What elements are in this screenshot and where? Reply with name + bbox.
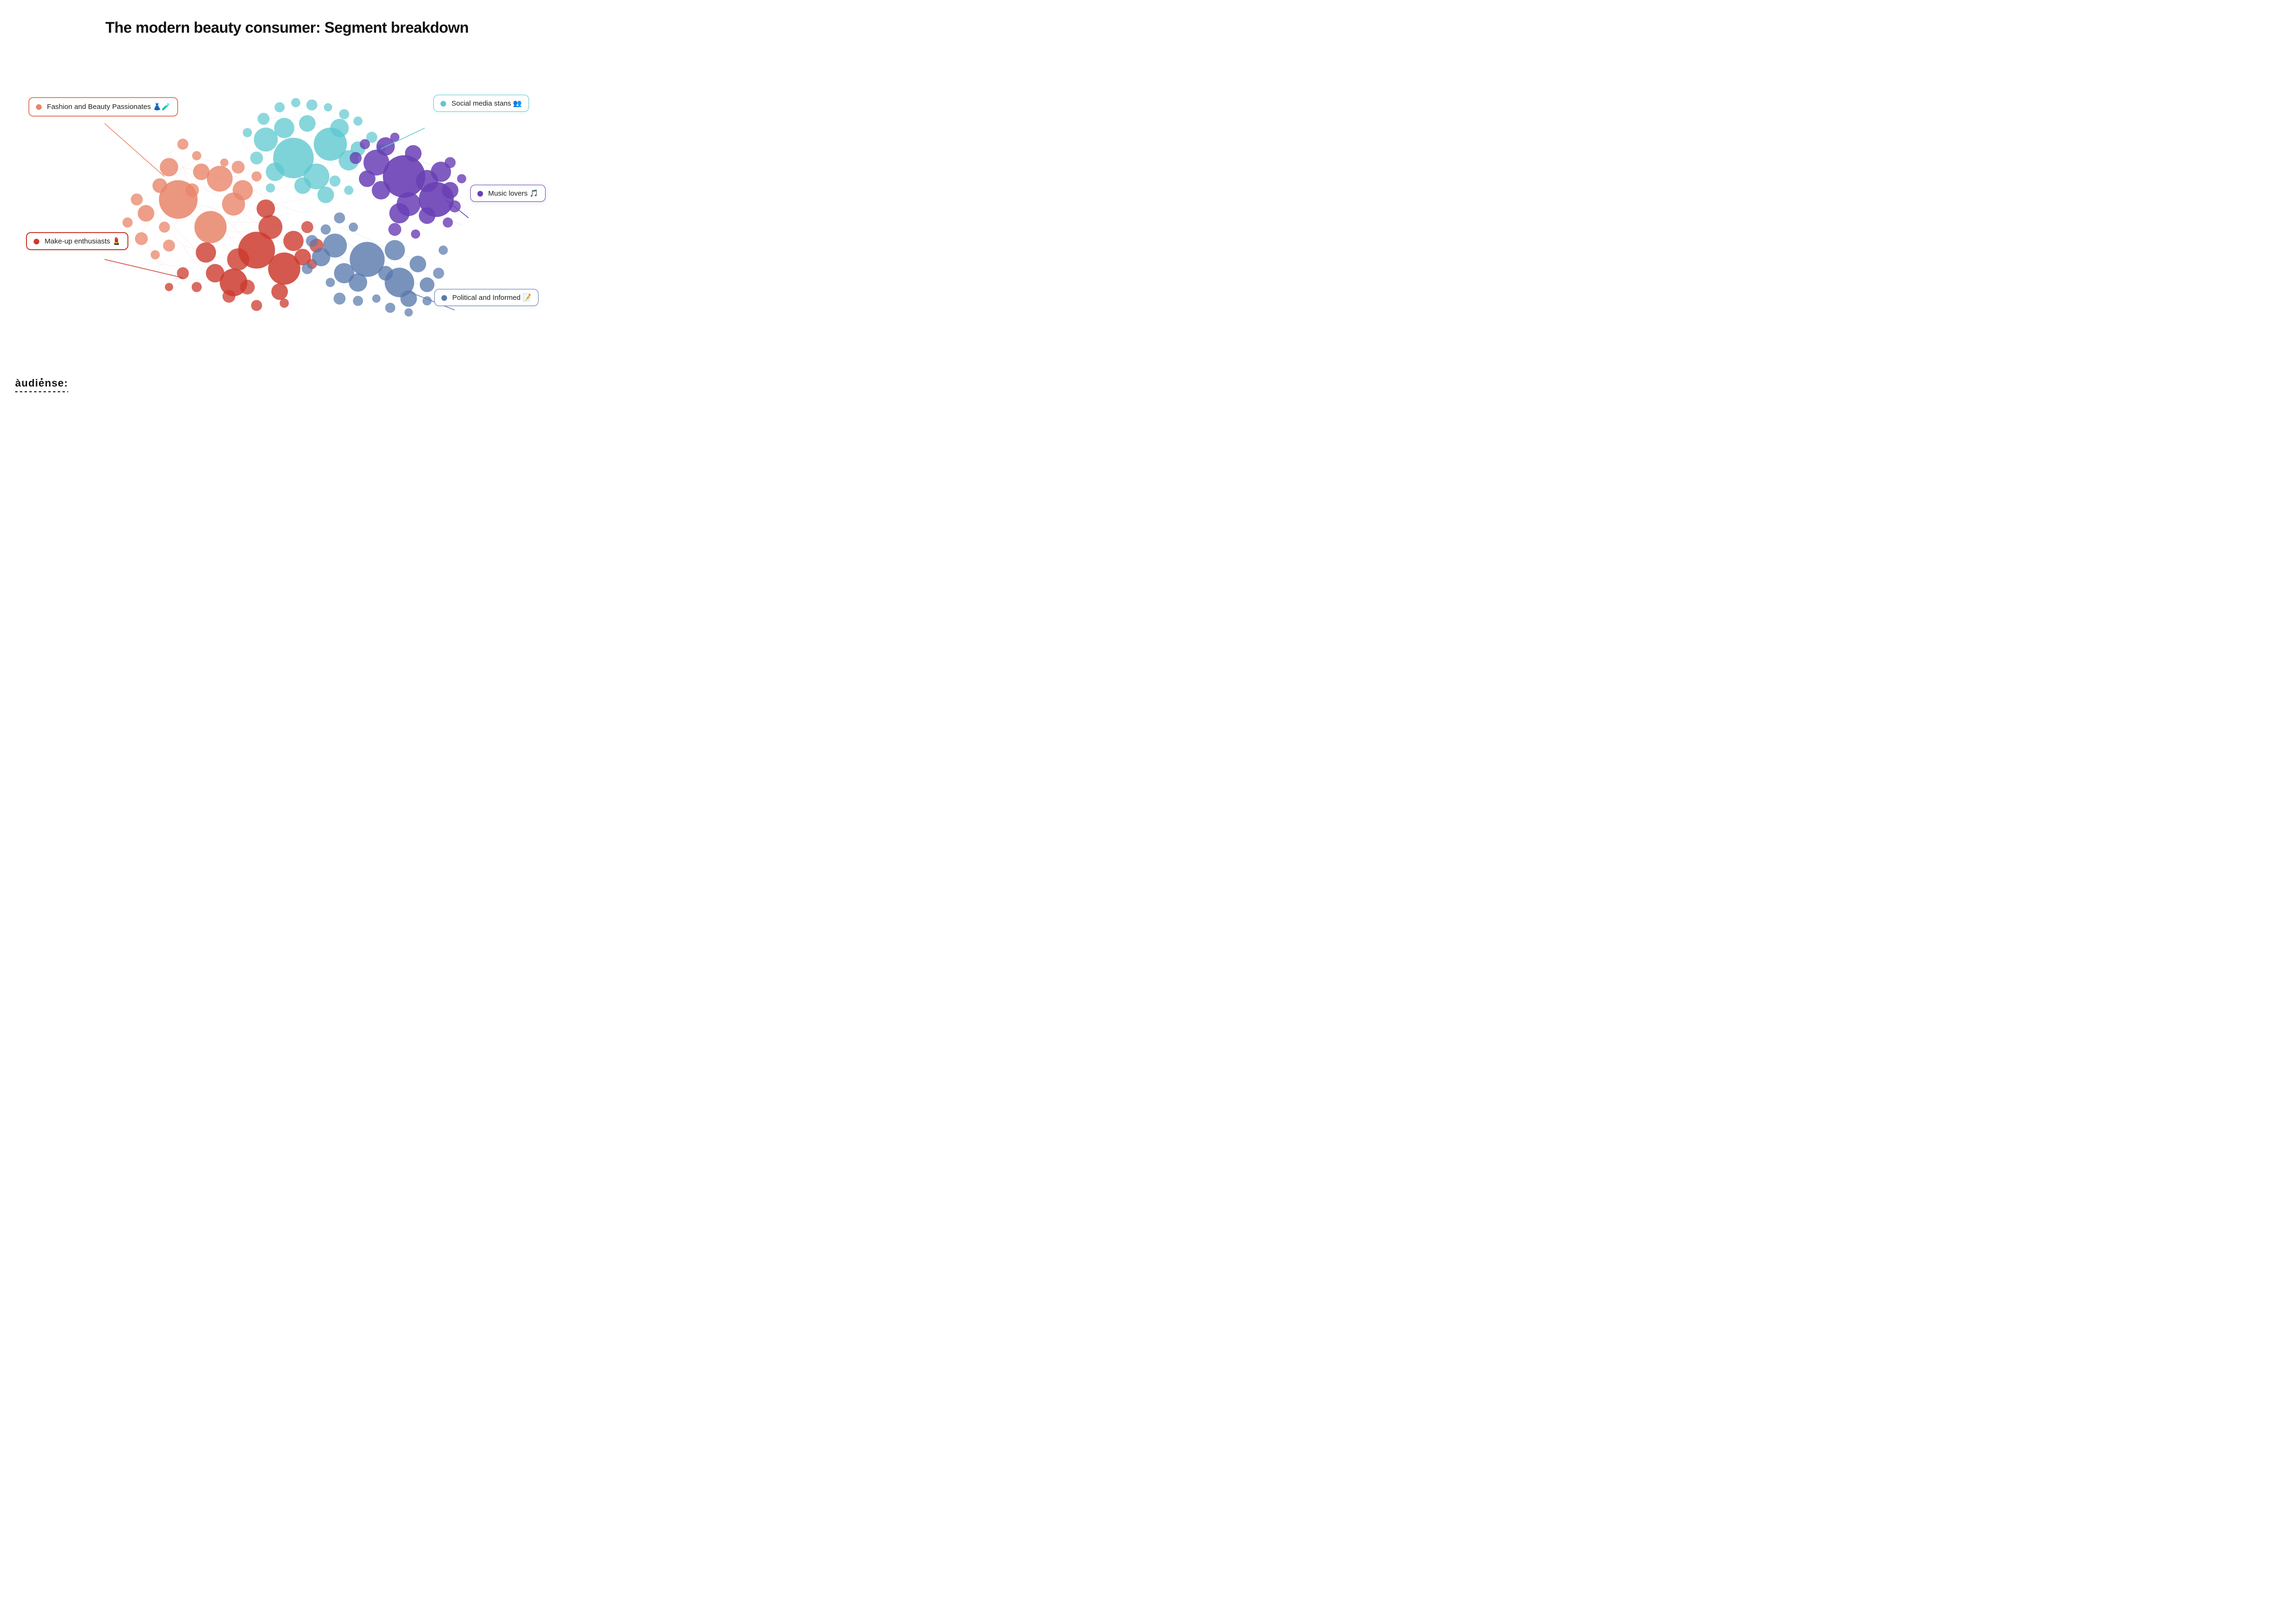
chart-area: Fashion and Beauty Passionates 👗🧪 Make-u… [0,47,574,388]
label-music-lovers: Music lovers 🎵 [470,185,546,202]
audiense-logo: àudiense: [15,377,68,392]
dot-makeup [34,239,39,244]
label-political-text: Political and Informed 📝 [452,294,531,302]
label-political: Political and Informed 📝 [434,289,538,306]
label-social-media: Social media stans 👥 [433,95,529,112]
dot-fashion-beauty [36,104,42,110]
label-fashion-beauty-text: Fashion and Beauty Passionates 👗🧪 [47,103,170,111]
label-music-lovers-text: Music lovers 🎵 [488,189,538,198]
page-title: The modern beauty consumer: Segment brea… [0,0,574,36]
label-fashion-beauty: Fashion and Beauty Passionates 👗🧪 [28,97,178,117]
dot-political [441,295,447,301]
label-makeup-text: Make-up enthusiasts 💄 [45,237,121,245]
dot-music-lovers [477,191,483,197]
dot-social-media [440,101,446,107]
label-social-media-text: Social media stans 👥 [451,99,522,108]
page-container: The modern beauty consumer: Segment brea… [0,0,574,401]
label-makeup: Make-up enthusiasts 💄 [26,232,128,250]
